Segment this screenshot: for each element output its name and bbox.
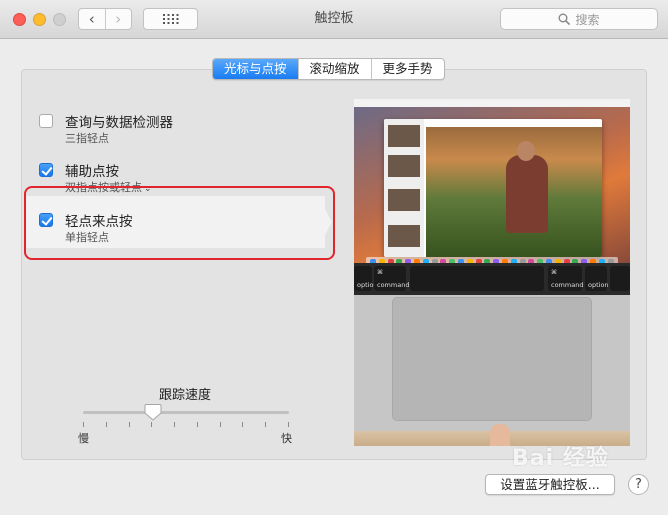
tab-bar: 光标与点按 滚动缩放 更多手势: [212, 58, 445, 80]
preview-thumbnail-sidebar: [384, 119, 424, 257]
close-window-button[interactable]: [13, 13, 26, 26]
slider-tick: [242, 422, 243, 427]
slider-tick: [288, 422, 289, 427]
preview-finger: [490, 424, 510, 446]
watermark: Bai 经验: [512, 446, 609, 471]
back-button[interactable]: ‹: [79, 9, 105, 29]
grid-icon: [162, 14, 178, 24]
gesture-preview: option ⌘ command ⌘ command option: [354, 99, 630, 446]
tracking-speed-label: 跟踪速度: [158, 388, 211, 403]
slider-ticks: [83, 422, 289, 428]
chevron-left-icon: ‹: [88, 10, 95, 28]
tab-more-gestures[interactable]: 更多手势: [370, 59, 444, 79]
preview-desktop: [354, 107, 630, 267]
preview-main-photo: [426, 127, 602, 257]
slider-tick: [83, 422, 84, 427]
preview-thumbnail: [388, 189, 420, 211]
slider-tick: [106, 422, 107, 427]
tab-scroll-and-zoom[interactable]: 滚动缩放: [297, 59, 371, 79]
secondary-click-checkbox[interactable]: [39, 163, 53, 177]
forward-button[interactable]: ›: [104, 9, 132, 29]
tab-point-and-click[interactable]: 光标与点按: [213, 59, 298, 79]
touchbar-key-space: [410, 266, 544, 291]
highlight-annotation-box: [24, 186, 335, 260]
slider-tick: [129, 422, 130, 427]
lookup-checkbox[interactable]: [39, 114, 53, 128]
preview-trackpad: [392, 297, 592, 421]
chevron-right-icon: ›: [115, 10, 122, 28]
preview-touchbar: option ⌘ command ⌘ command option: [354, 263, 630, 295]
slider-min-label: 慢: [78, 432, 89, 445]
help-button[interactable]: ?: [628, 474, 649, 495]
touchbar-key-option-right: option: [585, 266, 609, 291]
touchbar-key-command-left: ⌘ command: [374, 266, 409, 291]
slider-tick: [265, 422, 266, 427]
touchbar-key-arrows: [610, 266, 630, 291]
show-all-button[interactable]: [143, 8, 198, 30]
preview-thumbnail: [388, 225, 420, 247]
search-placeholder: 搜索: [575, 12, 600, 27]
touchbar-key-command-right: ⌘ command: [548, 266, 583, 291]
option-gesture: 三指轻点: [65, 132, 109, 145]
option-label: 查询与数据检测器: [65, 115, 173, 131]
search-field[interactable]: 搜索: [500, 8, 658, 30]
preview-person: [506, 155, 548, 233]
slider-tick: [174, 422, 175, 427]
preview-photos-window: [384, 119, 602, 257]
preview-thumbnail: [388, 125, 420, 147]
preview-person-head: [517, 141, 535, 161]
tracking-speed-slider[interactable]: [83, 411, 289, 414]
slider-max-label: 快: [281, 432, 292, 445]
slider-tick: [151, 422, 152, 427]
zoom-window-button[interactable]: [53, 13, 66, 26]
touchbar-key-option-left: option: [354, 266, 378, 291]
slider-tick: [220, 422, 221, 427]
navigation-buttons: ‹ ›: [78, 8, 132, 30]
search-icon: [558, 13, 571, 25]
preview-thumbnail: [388, 155, 420, 177]
slider-tick: [197, 422, 198, 427]
preview-menubar: [354, 99, 630, 107]
setup-bluetooth-trackpad-button[interactable]: 设置蓝牙触控板...: [485, 474, 615, 495]
option-label: 辅助点按: [65, 164, 119, 180]
minimize-window-button[interactable]: [33, 13, 46, 26]
